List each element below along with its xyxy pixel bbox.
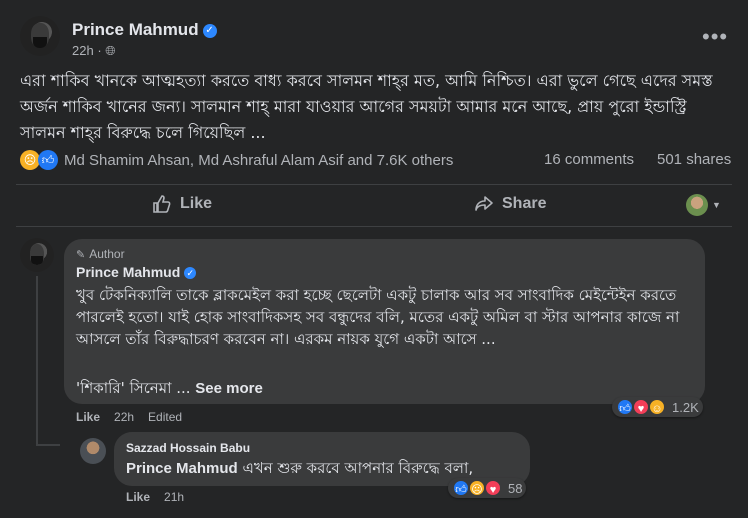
audience-selector[interactable]: ▼: [686, 194, 721, 216]
post-text: এরা শাকিব খানকে আত্মহত্যা করতে বাধ্য করব…: [20, 71, 713, 142]
share-label: Share: [502, 195, 547, 212]
comment-text-continued: 'শিকারি' সিনেমা ... See more: [76, 377, 263, 400]
reply-reactions[interactable]: 👍︎ ☹ ♥ 58: [448, 478, 527, 498]
post-time[interactable]: 22h: [72, 43, 94, 58]
reply-text: এখন শুরু করবে আপনার বিরুদ্ধে বলা,: [237, 459, 474, 477]
comment-author-line: Prince Mahmud ✓: [76, 264, 197, 280]
reactions-summary[interactable]: ☹ 👍︎ Md Shamim Ahsan, Md Ashraful Alam A…: [20, 150, 453, 170]
pencil-icon: ✎: [76, 248, 86, 261]
comments-count[interactable]: 16 comments: [544, 151, 634, 168]
reply-reaction-count: 58: [508, 480, 523, 496]
viewer-avatar: [686, 194, 708, 216]
shares-count[interactable]: 501 shares: [657, 151, 731, 168]
comment-text: খুব টেকনিক্যালি তাকে ব্লাকমেইল করা হচ্ছে…: [76, 286, 680, 348]
divider: [16, 226, 732, 227]
edited-label[interactable]: Edited: [148, 410, 182, 424]
mention-link[interactable]: Prince Mahmud: [126, 460, 238, 477]
ellipsis-icon[interactable]: •••: [702, 24, 728, 50]
reply-author-name[interactable]: Sazzad Hossain Babu: [126, 441, 250, 455]
comment-text-tail: 'শিকারি' সিনেমা ...: [76, 379, 191, 397]
like-reaction-icon: 👍︎: [38, 150, 58, 170]
divider: [16, 184, 732, 185]
sad-reaction-icon: ☹: [20, 150, 40, 170]
globe-icon: 🌐︎: [105, 43, 116, 58]
reply-time[interactable]: 21h: [164, 490, 184, 504]
author-badge-label: Author: [89, 247, 125, 261]
comment-reaction-count: 1.2K: [672, 399, 699, 415]
chevron-down-icon: ▼: [712, 200, 721, 210]
like-label: Like: [180, 195, 213, 212]
share-arrow-icon: [475, 196, 493, 211]
author-badge: ✎ Author: [76, 247, 125, 261]
comment-like-button[interactable]: Like: [76, 410, 100, 424]
thread-line: [36, 444, 60, 446]
thread-line: [36, 276, 38, 446]
reply-author-avatar[interactable]: [80, 438, 106, 464]
reply-like-button[interactable]: Like: [126, 490, 150, 504]
verified-badge-icon: ✓: [184, 267, 197, 280]
comment-actions: Like 22h Edited: [76, 410, 182, 424]
comment-author-avatar[interactable]: [20, 238, 54, 272]
comment-time[interactable]: 22h: [114, 410, 134, 424]
reply-text-line: Prince Mahmud এখন শুরু করবে আপনার বিরুদ্…: [126, 457, 473, 480]
like-button[interactable]: Like: [152, 194, 212, 214]
verified-badge-icon: ✓: [202, 23, 217, 38]
post-author-line: Prince Mahmud ✓: [72, 20, 217, 40]
reactions-text: Md Shamim Ahsan, Md Ashraful Alam Asif a…: [64, 151, 454, 169]
post-author-name[interactable]: Prince Mahmud: [72, 20, 199, 39]
comment-reactions[interactable]: 👍︎ ♥ ☺ 1.2K: [612, 397, 703, 417]
reply-actions: Like 21h: [126, 490, 184, 504]
comment-author-name[interactable]: Prince Mahmud: [76, 264, 180, 280]
thumbs-up-icon: [153, 195, 171, 213]
post-meta: 22h · 🌐︎: [72, 43, 116, 58]
post-author-avatar[interactable]: [20, 16, 60, 56]
see-more-link[interactable]: See more: [195, 380, 263, 397]
share-button[interactable]: Share: [474, 194, 546, 214]
care-reaction-icon: ☺: [648, 398, 666, 416]
love-reaction-icon: ♥: [484, 479, 502, 497]
